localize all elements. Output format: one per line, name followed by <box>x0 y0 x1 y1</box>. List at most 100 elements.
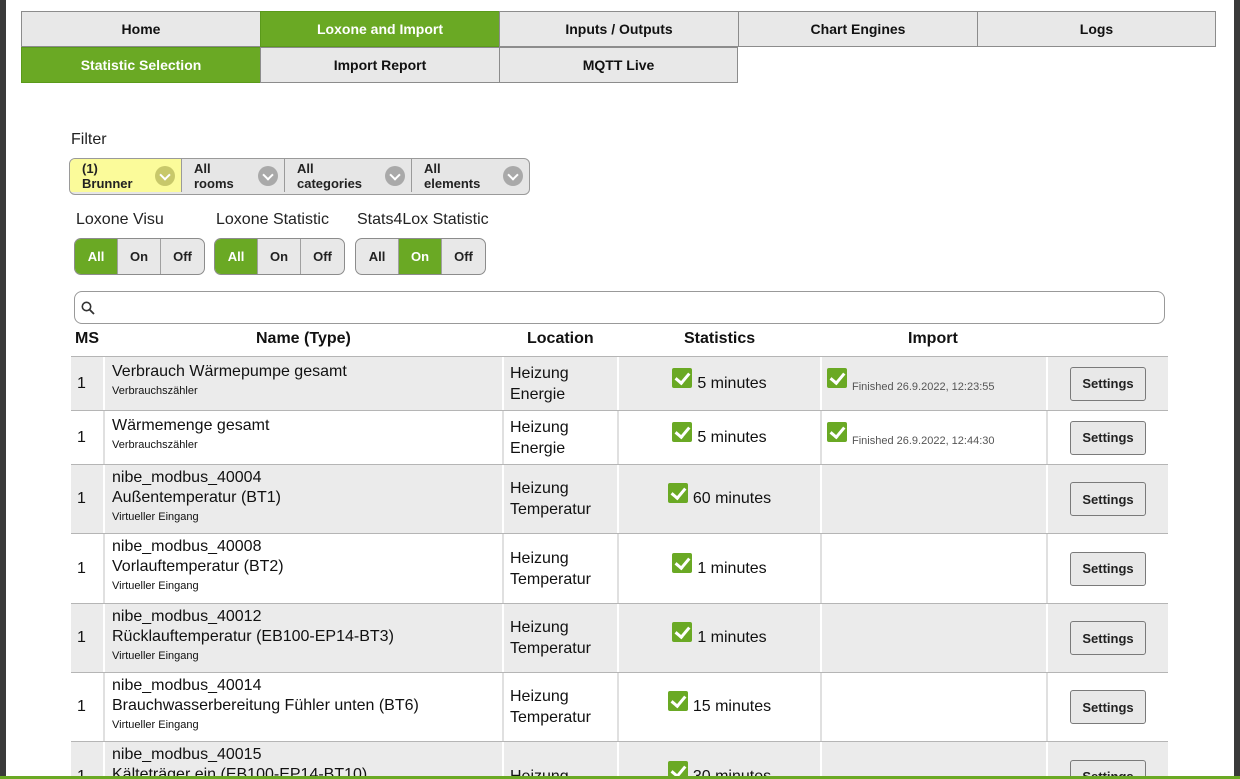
window-border-right <box>1234 0 1240 779</box>
filter-rooms-select[interactable]: All rooms <box>182 159 285 192</box>
row-statistics: 15 minutes <box>617 673 820 741</box>
row-name-line: Brauchwasserbereitung Fühler unten (BT6) <box>112 697 419 714</box>
filter-elements-select[interactable]: All elements <box>412 159 529 192</box>
filter-rooms-value: All rooms <box>194 160 234 191</box>
loxone-statistic-all[interactable]: All <box>215 239 258 274</box>
checkbox-checked-icon[interactable] <box>827 367 847 388</box>
row-ms: 1 <box>77 428 86 446</box>
row-name-line: Vorlauftemperatur (BT2) <box>112 558 284 575</box>
row-location-line: Temperatur <box>510 709 591 726</box>
row-type: Verbrauchszähler <box>112 385 198 397</box>
loxone-statistic-label: Loxone Statistic <box>216 211 329 228</box>
row-type: Virtueller Eingang <box>112 650 199 662</box>
row-location-line: Temperatur <box>510 501 591 518</box>
row-location-line: Heizung <box>510 418 569 436</box>
row-type: Verbrauchszähler <box>112 439 198 451</box>
row-import <box>820 742 1046 779</box>
col-header-name: Name (Type) <box>256 330 351 347</box>
checkbox-checked-icon[interactable] <box>672 622 693 642</box>
chevron-down-icon <box>503 165 523 186</box>
row-location: Heizung Energie <box>502 411 617 464</box>
row-name-line: nibe_modbus_40015 <box>112 746 262 763</box>
nav-inputs-outputs[interactable]: Inputs / Outputs <box>499 11 739 47</box>
row-type: Virtueller Eingang <box>112 719 199 731</box>
row-name-line: nibe_modbus_40012 <box>112 608 262 625</box>
loxone-statistic-off[interactable]: Off <box>301 239 344 274</box>
row-name: nibe_modbus_40012 Rücklauftemperatur (EB… <box>103 604 502 672</box>
row-import-status: Finished 26.9.2022, 12:44:30 <box>852 434 995 447</box>
settings-button[interactable]: Settings <box>1070 366 1146 401</box>
row-location-line: Heizung <box>510 364 569 382</box>
row-location-line: Temperatur <box>510 570 591 588</box>
sub-nav: Statistic Selection Import Report MQTT L… <box>21 47 738 83</box>
search-box <box>74 291 1165 324</box>
filter-elements-value: All elements <box>424 160 481 191</box>
row-name: nibe_modbus_40004 Außentemperatur (BT1) … <box>103 465 502 533</box>
subnav-mqtt-live[interactable]: MQTT Live <box>499 47 738 83</box>
subnav-statistic-selection[interactable]: Statistic Selection <box>21 47 261 83</box>
row-statistics-value: 1 minutes <box>697 559 767 577</box>
row-ms: 1 <box>77 559 86 577</box>
checkbox-checked-icon[interactable] <box>672 367 693 388</box>
loxone-visu-all[interactable]: All <box>75 239 118 274</box>
stats4lox-statistic-off[interactable]: Off <box>442 239 485 274</box>
row-name: Wärmemenge gesamt Verbrauchszähler <box>103 411 502 464</box>
row-name: nibe_modbus_40008 Vorlauftemperatur (BT2… <box>103 534 502 603</box>
row-statistics: 1 minutes <box>617 534 820 603</box>
settings-button[interactable]: Settings <box>1070 621 1146 655</box>
checkbox-checked-icon[interactable] <box>827 421 847 442</box>
row-name-line: Verbrauch Wärmepumpe gesamt <box>112 363 347 380</box>
row-import <box>820 604 1046 672</box>
filter-miniserver-value: (1) Brunner <box>82 160 133 191</box>
settings-button[interactable]: Settings <box>1070 420 1146 455</box>
row-location: Heizung Temperatur <box>502 604 617 672</box>
row-import <box>820 673 1046 741</box>
row-ms: 1 <box>77 698 86 715</box>
filter-miniserver-select[interactable]: (1) Brunner <box>70 159 182 192</box>
stats4lox-statistic-all[interactable]: All <box>356 239 399 274</box>
row-ms: 1 <box>77 374 86 392</box>
stats4lox-statistic-on[interactable]: On <box>399 239 442 274</box>
settings-button[interactable]: Settings <box>1070 482 1146 516</box>
row-statistics-value: 5 minutes <box>697 428 767 446</box>
row-location-line: Energie <box>510 385 566 403</box>
loxone-visu-on[interactable]: On <box>118 239 161 274</box>
nav-logs[interactable]: Logs <box>977 11 1216 47</box>
row-settings: Settings <box>1046 465 1168 533</box>
checkbox-checked-icon[interactable] <box>667 483 688 503</box>
settings-button[interactable]: Settings <box>1070 551 1146 586</box>
filter-categories-select[interactable]: All categories <box>285 159 412 192</box>
row-location: Heizung Temperatur <box>502 534 617 603</box>
row-type: Virtueller Eingang <box>112 580 199 592</box>
nav-home[interactable]: Home <box>21 11 261 47</box>
checkbox-checked-icon[interactable] <box>667 691 688 711</box>
row-statistics: 5 minutes <box>617 357 820 410</box>
checkbox-checked-icon[interactable] <box>672 552 693 573</box>
row-name-line: nibe_modbus_40004 <box>112 469 262 486</box>
row-settings: Settings <box>1046 742 1168 779</box>
checkbox-checked-icon[interactable] <box>672 421 693 442</box>
row-statistics-value: 60 minutes <box>692 490 772 507</box>
search-input[interactable] <box>99 298 1153 320</box>
row-location-line: Energie <box>510 439 566 457</box>
row-name-line: nibe_modbus_40014 <box>112 677 262 694</box>
loxone-statistic-on[interactable]: On <box>258 239 301 274</box>
row-settings: Settings <box>1046 357 1168 410</box>
settings-button[interactable]: Settings <box>1070 690 1146 724</box>
row-import <box>820 534 1046 603</box>
table-row: 1 Wärmemenge gesamt Verbrauchszähler Hei… <box>71 410 1168 464</box>
row-statistics: 30 minutes <box>617 742 820 779</box>
nav-loxone-import[interactable]: Loxone and Import <box>260 11 500 47</box>
row-settings: Settings <box>1046 534 1168 603</box>
row-location-line: Temperatur <box>510 640 591 657</box>
col-header-statistics: Statistics <box>684 330 756 347</box>
row-location: Heizung Temperatur <box>502 673 617 741</box>
row-import <box>820 465 1046 533</box>
nav-chart-engines[interactable]: Chart Engines <box>738 11 978 47</box>
row-name: nibe_modbus_40015 Kälteträger ein (EB100… <box>103 742 502 779</box>
col-header-ms: MS <box>75 330 99 347</box>
loxone-visu-off[interactable]: Off <box>161 239 204 274</box>
subnav-import-report[interactable]: Import Report <box>260 47 500 83</box>
loxone-visu-label: Loxone Visu <box>76 211 164 228</box>
row-statistics-value: 5 minutes <box>697 374 767 392</box>
